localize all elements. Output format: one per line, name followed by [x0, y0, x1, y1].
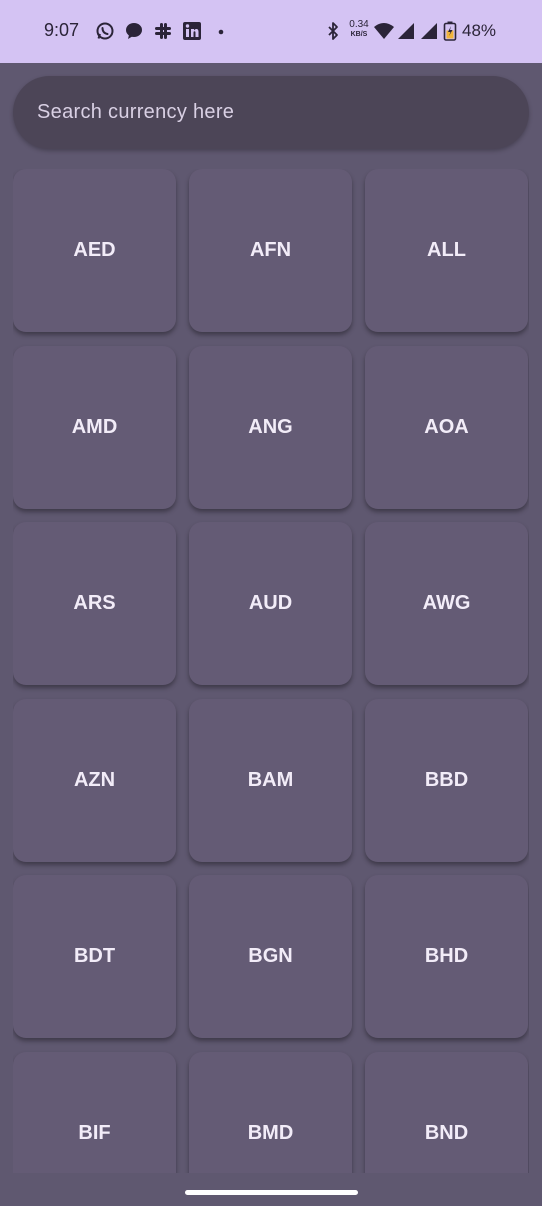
currency-code: ANG: [248, 415, 293, 438]
currency-card[interactable]: AFN: [189, 169, 352, 332]
slack-icon: [153, 21, 173, 41]
bluetooth-icon: [323, 21, 343, 41]
currency-card[interactable]: AUD: [189, 522, 352, 685]
network-speed-unit: KB/S: [350, 31, 368, 38]
currency-code: AOA: [424, 415, 469, 438]
chat-bubble-icon: [124, 21, 144, 41]
currency-code: BDT: [73, 945, 116, 967]
currency-card[interactable]: AWG: [365, 522, 528, 685]
status-bar: 9:07 0.34 KB/S 48%: [0, 0, 542, 63]
currency-card[interactable]: BMD: [189, 1051, 352, 1173]
currency-card[interactable]: AED: [13, 169, 176, 332]
currency-code: BND: [424, 1121, 469, 1144]
currency-code: BGN: [248, 945, 293, 967]
currency-card[interactable]: BHD: [365, 875, 528, 1038]
battery-percent: 48%: [462, 21, 497, 40]
currency-code: BBD: [424, 768, 469, 791]
battery-icon: [443, 21, 457, 41]
currency-card[interactable]: ANG: [189, 345, 352, 509]
currency-code: BHD: [424, 945, 469, 967]
currency-code: AMD: [71, 415, 118, 438]
currency-code: AED: [73, 239, 116, 261]
currency-code: ALL: [427, 239, 466, 261]
signal-icon: [419, 21, 439, 41]
signal-icon: [396, 21, 416, 41]
currency-code: AZN: [73, 768, 116, 791]
linkedin-icon: [182, 21, 202, 41]
currency-card[interactable]: AOA: [365, 345, 528, 509]
currency-card[interactable]: ARS: [13, 522, 176, 685]
search-bar[interactable]: [13, 76, 529, 149]
currency-card[interactable]: BIF: [13, 1051, 176, 1173]
currency-code: BMD: [247, 1121, 294, 1144]
currency-card[interactable]: BBD: [365, 698, 528, 862]
currency-code: AUD: [248, 592, 293, 614]
dot-icon: [211, 21, 231, 41]
currency-card[interactable]: AZN: [13, 698, 176, 862]
whatsapp-icon: [95, 21, 115, 41]
wifi-icon: [373, 21, 395, 41]
home-indicator[interactable]: [185, 1190, 358, 1195]
currency-code: BIF: [78, 1121, 111, 1144]
currency-card[interactable]: BDT: [13, 875, 176, 1038]
currency-grid: AED AFN ALL AMD ANG AOA ARS AUD AWG AZN …: [13, 169, 529, 1173]
currency-card[interactable]: BAM: [189, 698, 352, 862]
currency-card[interactable]: BGN: [189, 875, 352, 1038]
currency-card[interactable]: AMD: [13, 345, 176, 509]
currency-code: AWG: [422, 592, 471, 614]
status-time: 9:07: [44, 20, 80, 40]
search-input[interactable]: [35, 100, 509, 125]
network-speed-value: 0.34: [349, 19, 369, 30]
currency-code: AFN: [249, 239, 292, 261]
currency-card[interactable]: BND: [365, 1051, 528, 1173]
network-speed: 0.34 KB/S: [346, 20, 372, 40]
currency-code: ARS: [73, 592, 116, 614]
currency-code: BAM: [247, 768, 294, 791]
currency-card[interactable]: ALL: [365, 169, 528, 332]
